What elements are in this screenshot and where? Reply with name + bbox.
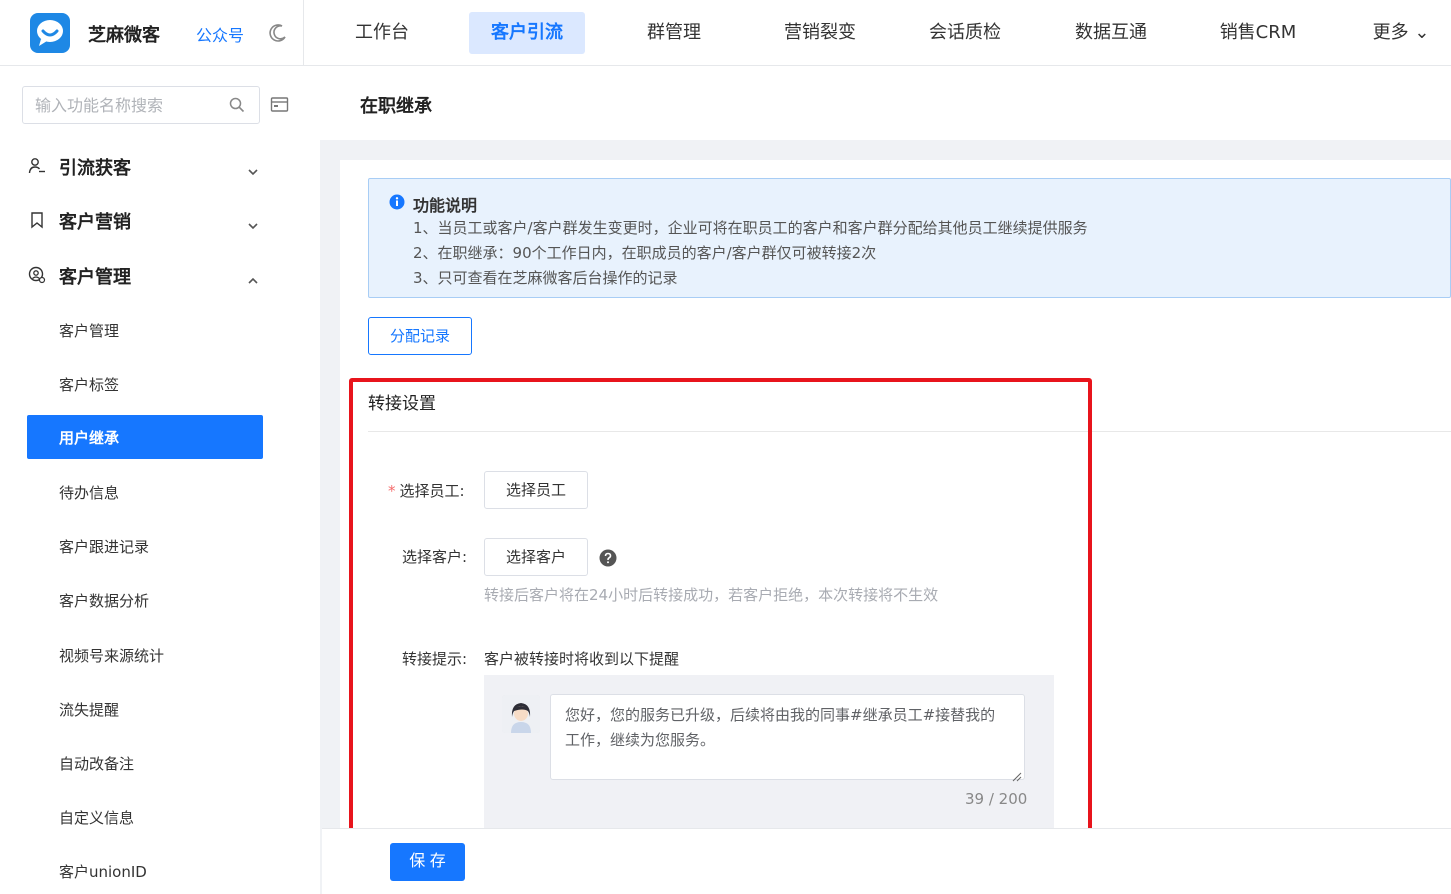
top-bar: 芝麻微客 公众号 工作台 客户引流 群管理 营销裂变 会话质检 数据互通 销售C… xyxy=(0,0,1451,66)
notice-line: 2、在职继承：90个工作日内，在职成员的客户/客户群仅可被转接2次 xyxy=(413,244,877,262)
chevron-down-icon xyxy=(247,161,259,180)
page-title: 在职继承 xyxy=(360,96,432,117)
feature-search[interactable] xyxy=(22,86,260,124)
menu-group-label: 客户管理 xyxy=(59,267,131,288)
user-plus-icon xyxy=(28,157,46,179)
moon-icon[interactable] xyxy=(268,23,288,47)
sidebar-item-custom-info[interactable]: 自定义信息 xyxy=(27,795,263,839)
help-icon[interactable] xyxy=(599,549,617,571)
sidebar: 引流获客 客户营销 客户管理 客户管理 xyxy=(0,66,320,894)
nav-group-management[interactable]: 群管理 xyxy=(626,12,722,54)
nav-data-interop[interactable]: 数据互通 xyxy=(1061,12,1161,54)
sidebar-collapse-icon[interactable] xyxy=(270,96,290,118)
avatar xyxy=(502,695,540,733)
menu-group-marketing[interactable]: 客户营销 xyxy=(0,200,290,240)
official-account-link[interactable]: 公众号 xyxy=(196,22,244,46)
sidebar-item-label: 客户跟进记录 xyxy=(59,538,150,556)
nav-more[interactable]: 更多 ⌄ xyxy=(1364,12,1438,54)
sidebar-item-label: 视频号来源统计 xyxy=(59,647,165,665)
nav-sales-crm[interactable]: 销售CRM xyxy=(1203,12,1313,54)
sidebar-item-label: 待办信息 xyxy=(59,484,120,502)
employee-label-text: 选择员工: xyxy=(399,482,465,500)
message-textarea[interactable]: 您好，您的服务已升级，后续将由我的同事#继承员工#接替我的工作，继续为您服务。 xyxy=(550,694,1025,780)
footer-bar: 保 存 xyxy=(322,828,1451,894)
feature-search-input[interactable] xyxy=(35,95,225,115)
resize-handle-icon[interactable] xyxy=(1012,767,1022,786)
menu-group-label: 客户营销 xyxy=(59,212,131,233)
required-mark: * xyxy=(388,482,396,500)
sidebar-item-union-id[interactable]: 客户unionID xyxy=(27,849,263,893)
sidebar-item-label: 流失提醒 xyxy=(59,701,120,719)
sidebar-item-label: 客户数据分析 xyxy=(59,592,150,610)
select-customer-button[interactable]: 选择客户 xyxy=(484,538,588,576)
sidebar-item-label: 客户标签 xyxy=(59,376,120,394)
sidebar-item-label: 自定义信息 xyxy=(59,809,135,827)
sidebar-item-label: 用户继承 xyxy=(59,429,120,447)
chevron-down-icon xyxy=(247,215,259,234)
brand-name: 芝麻微客 xyxy=(88,25,160,46)
char-counter: 39 / 200 xyxy=(965,790,1028,808)
sidebar-item-customer-tags[interactable]: 客户标签 xyxy=(27,362,263,406)
message-preview: 您好，您的服务已升级，后续将由我的同事#继承员工#接替我的工作，继续为您服务。 … xyxy=(484,675,1054,835)
nav-session-inspection[interactable]: 会话质检 xyxy=(915,12,1015,54)
sidebar-item-user-inheritance[interactable]: 用户继承 xyxy=(27,415,263,459)
assignment-records-button[interactable]: 分配记录 xyxy=(368,317,472,355)
main-content: 功能说明 1、当员工或客户/客户群发生变更时，企业可将在职员工的客户和客户群分配… xyxy=(340,160,1451,894)
search-icon[interactable] xyxy=(229,97,245,117)
employee-label: * 选择员工: xyxy=(388,480,465,501)
sidebar-item-follow-up[interactable]: 客户跟进记录 xyxy=(27,524,263,568)
notice-line: 1、当员工或客户/客户群发生变更时，企业可将在职员工的客户和客户群分配给其他员工… xyxy=(413,219,1088,237)
bookmark-icon xyxy=(28,211,46,233)
chevron-up-icon xyxy=(247,270,259,289)
notice-line: 3、只可查看在芝麻微客后台操作的记录 xyxy=(413,269,678,287)
brand-area: 芝麻微客 公众号 xyxy=(0,0,304,66)
app-logo-icon xyxy=(30,13,70,53)
customer-label: 选择客户: xyxy=(402,548,468,566)
save-button[interactable]: 保 存 xyxy=(390,843,465,881)
sidebar-item-label: 自动改备注 xyxy=(59,755,135,773)
sidebar-item-video-source[interactable]: 视频号来源统计 xyxy=(27,633,263,677)
menu-group-label: 引流获客 xyxy=(59,158,131,179)
sidebar-item-customer-management[interactable]: 客户管理 xyxy=(27,308,263,352)
menu-group-acquisition[interactable]: 引流获客 xyxy=(0,146,290,186)
section-title: 转接设置 xyxy=(368,394,436,414)
nav-marketing-fission[interactable]: 营销裂变 xyxy=(770,12,870,54)
sidebar-item-churn-alert[interactable]: 流失提醒 xyxy=(27,687,263,731)
sidebar-item-label: 客户unionID xyxy=(59,863,147,881)
sidebar-item-auto-remark[interactable]: 自动改备注 xyxy=(27,741,263,785)
select-employee-button[interactable]: 选择员工 xyxy=(484,471,588,509)
customer-hint: 转接后客户将在24小时后转接成功，若客户拒绝，本次转接将不生效 xyxy=(484,586,939,604)
nav-customer-acquisition[interactable]: 客户引流 xyxy=(469,12,585,54)
sidebar-item-label: 客户管理 xyxy=(59,322,120,340)
tip-description: 客户被转接时将收到以下提醒 xyxy=(484,650,680,668)
page-header: 在职继承 xyxy=(320,66,1451,140)
feature-notice: 功能说明 1、当员工或客户/客户群发生变更时，企业可将在职员工的客户和客户群分配… xyxy=(368,178,1451,298)
notice-title: 功能说明 xyxy=(413,196,478,215)
menu-group-customer-management[interactable]: 客户管理 xyxy=(0,255,290,295)
tip-label: 转接提示: xyxy=(402,650,468,668)
nav-workbench[interactable]: 工作台 xyxy=(334,12,430,54)
sidebar-item-data-analysis[interactable]: 客户数据分析 xyxy=(27,578,263,622)
sidebar-item-todo[interactable]: 待办信息 xyxy=(27,470,263,514)
customer-manage-icon xyxy=(28,266,46,288)
info-icon xyxy=(389,194,405,214)
divider xyxy=(368,431,1451,432)
